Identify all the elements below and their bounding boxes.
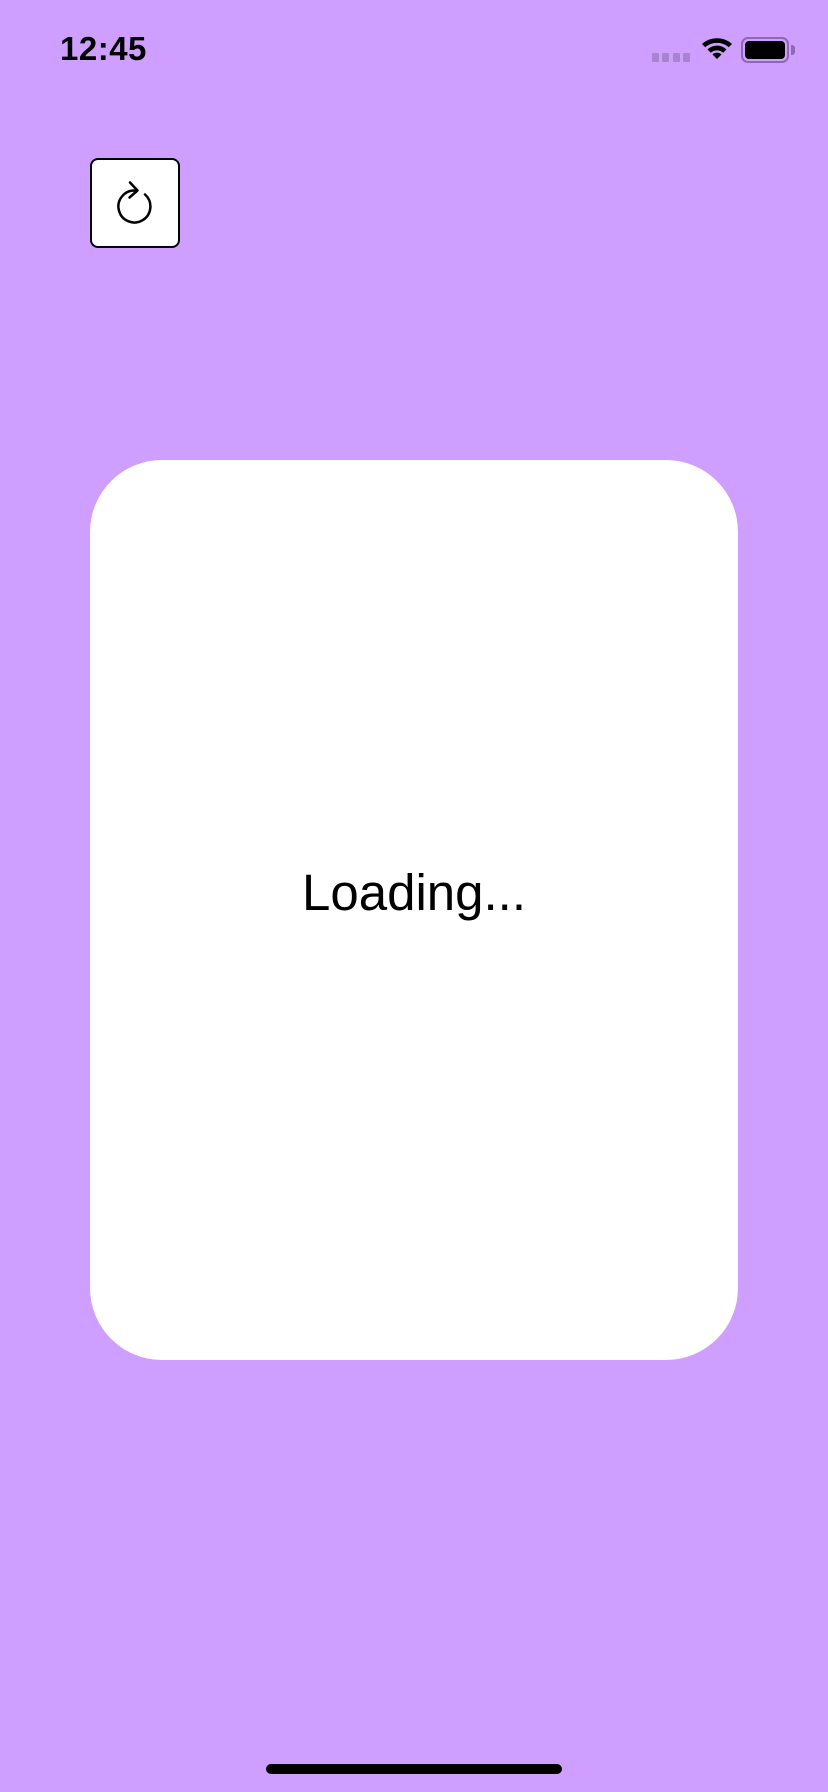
battery-level	[745, 41, 785, 59]
refresh-icon	[117, 181, 152, 224]
signal-bar	[662, 53, 670, 62]
status-bar: 12:45	[0, 0, 828, 100]
loading-card: Loading...	[90, 460, 738, 1360]
refresh-button[interactable]	[90, 158, 180, 248]
signal-bar	[682, 53, 690, 62]
home-indicator[interactable]	[266, 1764, 562, 1774]
wifi-icon	[702, 38, 732, 59]
signal-bar	[672, 53, 680, 62]
signal-icon	[652, 53, 690, 62]
battery-icon	[741, 37, 789, 63]
status-time: 12:45	[60, 30, 147, 67]
battery-cap	[791, 45, 795, 55]
signal-bar	[652, 53, 659, 62]
loading-text: Loading...	[301, 863, 527, 921]
